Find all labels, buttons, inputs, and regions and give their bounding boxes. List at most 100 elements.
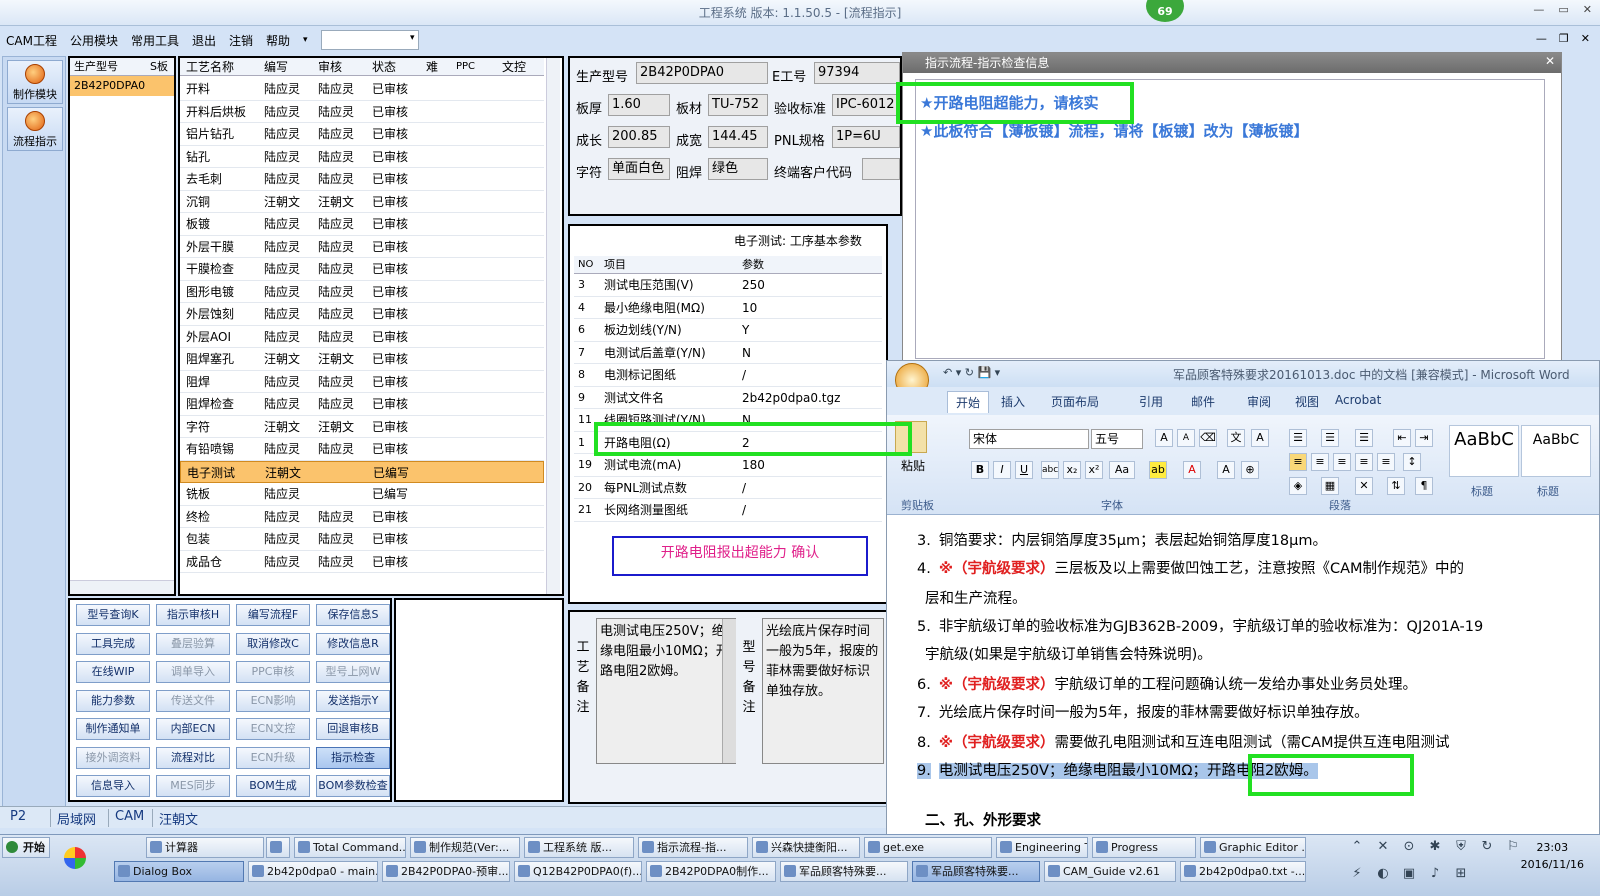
taskbar-button[interactable]: 军品顾客特殊要... — [780, 861, 908, 882]
char-field[interactable]: 单面白色 — [608, 158, 670, 180]
pnl-field[interactable]: 1P=6U — [832, 126, 900, 148]
process-row[interactable]: 铝片钻孔 陆应灵 陆应灵 已审核 — [180, 123, 544, 146]
function-button[interactable]: 指示审核H — [156, 604, 230, 626]
function-button[interactable]: 内部ECN — [156, 718, 230, 740]
word-document[interactable]: 3. 铜箔要求：内层铜箔厚度35μm；表层起始铜箔厚度18μm。 4. ※（宇航级要求… — [887, 517, 1599, 835]
bold-icon[interactable]: B — [971, 461, 989, 479]
taskbar-button[interactable]: Graphic Editor ... — [1200, 837, 1306, 858]
test-param-row[interactable]: 8 电测标记图纸 / — [574, 364, 882, 387]
change-case-icon[interactable]: Aa — [1109, 461, 1135, 479]
process-row[interactable]: 图形电镀 陆应灵 陆应灵 已审核 — [180, 281, 544, 303]
menu-tools[interactable]: 常用工具 — [131, 32, 179, 49]
tray-icon[interactable]: ✕ — [1372, 839, 1394, 862]
menu-logout[interactable]: 注销 — [229, 32, 253, 49]
multilevel-icon[interactable]: ☰ — [1355, 429, 1373, 447]
font-name-select[interactable]: 宋体 — [969, 429, 1089, 449]
border-char-icon[interactable]: A — [1251, 429, 1269, 447]
process-vscroll[interactable] — [546, 58, 560, 594]
mask-field[interactable]: 绿色 — [708, 158, 768, 180]
word-tab[interactable]: 插入 — [1001, 393, 1025, 410]
align-left-icon[interactable]: ≡ — [1289, 453, 1307, 471]
menu-exit[interactable]: 退出 — [192, 32, 216, 49]
font-size-select[interactable]: 五号 — [1091, 429, 1143, 449]
process-row[interactable]: 终检 陆应灵 陆应灵 已审核 — [180, 506, 544, 528]
highlight-icon[interactable]: ab — [1149, 461, 1167, 479]
tray-icon[interactable]: ⚐ — [1502, 839, 1524, 862]
taskbar-button[interactable]: Dialog Box — [114, 861, 244, 882]
model-remark-text[interactable]: 光绘底片保存时间一般为5年，报废的菲林需要做好标识单独存放。 — [762, 618, 884, 764]
show-marks-icon[interactable]: ¶ — [1415, 477, 1433, 495]
process-row[interactable]: 有铅喷锡 陆应灵 陆应灵 已审核 — [180, 438, 544, 461]
clear-format-icon[interactable]: ⌫ — [1199, 429, 1217, 447]
status-tab[interactable]: 局域网 — [50, 809, 102, 828]
test-param-row[interactable]: 4 最小绝缘电阻(MΩ) 10 — [574, 297, 882, 319]
customer-code-field[interactable] — [862, 158, 900, 180]
status-tab[interactable]: P2 — [4, 809, 32, 827]
length-field[interactable]: 200.85 — [608, 126, 670, 148]
tray-icon[interactable]: ✱ — [1424, 839, 1446, 862]
function-button[interactable]: PPC审核 — [236, 661, 310, 683]
italic-icon[interactable]: I — [993, 461, 1011, 479]
maximize-icon[interactable]: ▭ — [1558, 3, 1568, 16]
bullets-icon[interactable]: ☰ — [1289, 429, 1307, 447]
clock[interactable]: 23:03 2016/11/16 — [1521, 839, 1584, 873]
paste-label[interactable]: 粘贴 — [901, 457, 925, 474]
function-button[interactable]: 指示检查 — [316, 746, 390, 769]
process-row[interactable]: 沉铜 汪朝文 汪朝文 已审核 — [180, 191, 544, 213]
test-param-row[interactable]: 6 板边划线(Y/N) Y — [574, 319, 882, 342]
mdi-close-icon[interactable]: ✕ — [1581, 32, 1590, 45]
function-button[interactable]: 能力参数 — [76, 689, 150, 712]
mdi-restore-icon[interactable]: ❐ — [1559, 32, 1569, 45]
word-tab[interactable]: 引用 — [1139, 393, 1163, 410]
distribute-icon[interactable]: ≡ — [1377, 453, 1395, 471]
test-param-row[interactable]: 3 测试电压范围(V) 250 — [574, 274, 882, 297]
tray-icon[interactable]: ♪ — [1424, 866, 1446, 889]
product-hscroll[interactable] — [70, 580, 174, 594]
taskbar-button[interactable]: 制作规范(Ver:... — [410, 837, 520, 858]
tray-icon[interactable]: ⚡ — [1346, 866, 1368, 889]
taskbar-button[interactable]: 军品顾客特殊要... — [912, 861, 1040, 882]
function-button[interactable]: 制作通知单 — [76, 718, 150, 740]
taskbar-button[interactable]: 2b42p0dpa0 - main... — [248, 861, 378, 882]
start-button[interactable]: 开始 — [2, 837, 50, 858]
menu-cam[interactable]: CAM工程 — [6, 32, 57, 49]
underline-icon[interactable]: U — [1015, 461, 1033, 479]
justify-icon[interactable]: ≡ — [1355, 453, 1373, 471]
process-row[interactable]: 包装 陆应灵 陆应灵 已审核 — [180, 528, 544, 551]
function-button[interactable]: 在线WIP — [76, 661, 150, 683]
taskbar-button[interactable]: 指示流程-指... — [638, 837, 748, 858]
function-button[interactable]: 型号上网W — [316, 661, 390, 683]
process-row[interactable]: 外层AOI 陆应灵 陆应灵 已审核 — [180, 326, 544, 348]
width-field[interactable]: 144.45 — [708, 126, 768, 148]
test-param-row[interactable]: 21 长网络测量图纸 / — [574, 499, 882, 522]
taskbar-button[interactable]: 2B42P0DPA0-预审... — [382, 861, 510, 882]
close-icon[interactable]: ✕ — [1583, 3, 1592, 16]
grow-font-icon[interactable]: A — [1155, 429, 1173, 447]
test-param-row[interactable]: 20 每PNL测试点数 / — [574, 477, 882, 499]
phonetic-icon[interactable]: 文 — [1227, 429, 1245, 447]
process-remark-text[interactable]: 电测试电压250V；绝缘电阻最小10MΩ；开路电阻2欧姆。 — [596, 618, 736, 764]
taskbar-button[interactable]: Q12B42P0DPA0(f)... — [514, 861, 642, 882]
thickness-field[interactable]: 1.60 — [608, 94, 670, 116]
taskbar-button[interactable]: 2b42p0dpa0.txt -... — [1180, 861, 1306, 882]
subscript-icon[interactable]: x₂ — [1063, 461, 1081, 479]
process-row[interactable]: 电子测试 汪朝文 已编写 — [180, 460, 544, 483]
function-button[interactable]: 保存信息S — [316, 604, 390, 626]
process-row[interactable]: 铣板 陆应灵 已编写 — [180, 483, 544, 506]
product-row-selected[interactable]: 2B42P0DPA0 — [70, 76, 174, 96]
mdi-minimize-icon[interactable]: — — [1536, 32, 1547, 45]
decrease-indent-icon[interactable]: ⇤ — [1393, 429, 1411, 447]
word-tab[interactable]: 开始 — [947, 391, 990, 413]
process-remark-scroll[interactable] — [722, 619, 736, 763]
taskbar-button[interactable]: 兴森快捷衡阳... — [752, 837, 860, 858]
taskbar-button[interactable]: Progress — [1092, 837, 1196, 858]
numbering-icon[interactable]: ☰ — [1321, 429, 1339, 447]
status-tab[interactable]: 汪朝文 — [152, 809, 204, 828]
eng-field[interactable]: 97394 — [814, 62, 900, 84]
function-button[interactable]: 流程对比 — [156, 746, 230, 769]
process-row[interactable]: 开料 陆应灵 陆应灵 已审核 — [180, 78, 544, 101]
tray-icon[interactable]: ⊞ — [1450, 866, 1472, 889]
font-color-icon[interactable]: A — [1183, 461, 1201, 479]
test-param-row[interactable]: 7 电测试后盖章(Y/N) N — [574, 342, 882, 364]
borders-icon[interactable]: ▦ — [1321, 477, 1339, 495]
